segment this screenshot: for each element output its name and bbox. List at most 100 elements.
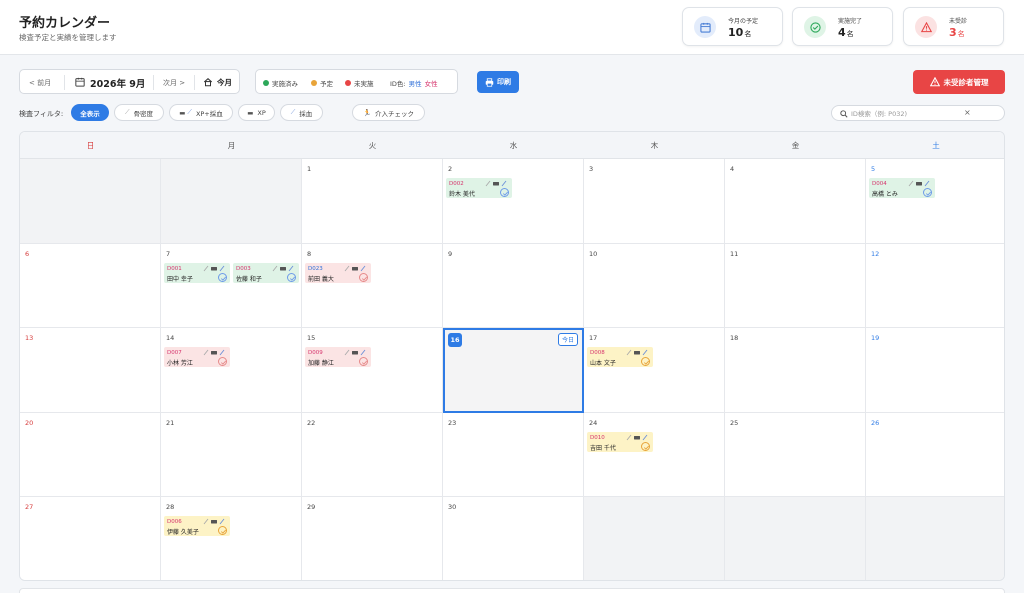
xray-icon: ▬ [247, 108, 254, 117]
patient-name: 前田 義大 [308, 275, 334, 283]
calendar-cell-day[interactable]: 11 [725, 243, 866, 328]
month-navigator: < 前月 2026年 9月 次月 > 今月 [19, 69, 240, 94]
stat-label: 実施完了 [838, 18, 863, 25]
clear-search-icon[interactable]: × [964, 108, 971, 117]
prev-month-button[interactable]: < 前月 [29, 78, 51, 88]
calendar-cell-day[interactable]: 1 [302, 159, 443, 244]
patient-id: D006 [167, 519, 182, 525]
calendar-cell-day[interactable]: 4 [725, 159, 866, 244]
warning-icon [915, 16, 937, 38]
filter-chip-intervention-check[interactable]: 🏃 介入チェック [352, 104, 425, 121]
patient-name: 吉田 千代 [590, 444, 616, 452]
day-number: 28 [166, 503, 175, 511]
appointment-card[interactable]: D002 鈴木 美代 [446, 178, 512, 198]
calendar-cell-day[interactable]: 2 D002 鈴木 美代 [443, 159, 584, 244]
calendar-cell-day[interactable]: 18 [725, 328, 866, 413]
status-icon [218, 272, 227, 282]
day-number: 2 [448, 165, 453, 173]
day-number: 17 [589, 334, 598, 342]
status-icon [287, 272, 296, 282]
calendar-cell-empty [20, 159, 161, 244]
next-month-button[interactable]: 次月 > [163, 78, 185, 88]
exam-type-icons [344, 265, 366, 271]
calendar-cell-day[interactable]: 26 [866, 412, 1004, 497]
patient-id: D023 [308, 265, 323, 272]
calendar-cell-day[interactable]: 7 D001 田中 幸子 D003 佐藤 和子 [161, 243, 302, 328]
calendar-cell-day[interactable]: 10 [584, 243, 725, 328]
stat-value: 10名 [728, 26, 752, 39]
calendar-cell-day[interactable]: 20 [20, 412, 161, 497]
calendar-cell-day[interactable]: 13 [20, 328, 161, 413]
patient-id: D007 [167, 350, 182, 356]
calendar-cell-day[interactable]: 25 [725, 412, 866, 497]
weekday-sat: 土 [866, 132, 1004, 159]
filter-chip-xp-blood[interactable]: ▬ ⟋ XP+採血 [169, 104, 233, 121]
syringe-icon: ⟋ [124, 108, 130, 116]
appointment-card[interactable]: D001 田中 幸子 [164, 262, 230, 283]
patient-id: D010 [590, 434, 605, 441]
page-header: 予約カレンダー 検査予定と実績を管理します 今月の予定 10名 実施完了 4名 … [0, 0, 1024, 55]
calendar-cell-day[interactable]: 22 [302, 412, 443, 497]
filter-chip-blood[interactable]: ⟋ 採血 [280, 104, 323, 121]
appointment-card[interactable]: D004 高橋 とみ [869, 178, 935, 198]
id-search-input[interactable] [851, 108, 981, 119]
calendar-cell-day[interactable]: 30 [443, 497, 584, 580]
appointment-card[interactable]: D010 吉田 千代 [587, 431, 653, 452]
exam-type-icons [203, 349, 225, 356]
patient-id: D004 [872, 181, 887, 187]
stat-label: 今月の予定 [728, 18, 759, 25]
appointment-card[interactable]: D009 加藤 静江 [305, 347, 371, 367]
appointment-card[interactable]: D006 伊藤 久美子 [164, 516, 230, 536]
day-number: 20 [25, 418, 34, 427]
print-button[interactable]: 印刷 [477, 71, 519, 93]
day-number: 29 [307, 503, 316, 511]
weekday-fri: 金 [725, 132, 866, 159]
stat-card-completed: 実施完了 4名 [792, 7, 893, 46]
calendar-cell-day[interactable]: 5 D004 高橋 とみ [866, 159, 1004, 244]
appointment-card[interactable]: D008 山本 文子 [587, 347, 653, 367]
filter-chip-all[interactable]: 全表示 [71, 104, 109, 121]
home-icon[interactable] [203, 77, 213, 89]
stat-card-scheduled: 今月の予定 10名 [682, 7, 783, 46]
day-number: 7 [166, 249, 171, 258]
calendar-cell-day[interactable]: 21 [161, 412, 302, 497]
calendar-cell-day[interactable]: 15 D009 加藤 静江 [302, 328, 443, 413]
divider [153, 75, 154, 90]
day-number: 12 [871, 249, 880, 258]
appointment-card[interactable]: D003 佐藤 和子 [233, 262, 299, 283]
calendar-cell-empty [866, 497, 1004, 580]
calendar-cell-day[interactable]: 今日 16 [443, 328, 584, 413]
day-number: 14 [166, 334, 175, 342]
filter-chip-xp[interactable]: ▬ XP [238, 104, 275, 121]
calendar-cell-day[interactable]: 27 [20, 497, 161, 580]
exam-type-icons [485, 180, 507, 187]
exam-type-icons [908, 180, 930, 187]
calendar-cell-day[interactable]: 14 D007 小林 芳江 [161, 328, 302, 413]
appointment-card[interactable]: D023 前田 義大 [305, 262, 371, 283]
weekday-mon: 月 [161, 132, 302, 159]
calendar-cell-day[interactable]: 8 D023 前田 義大 [302, 243, 443, 328]
calendar-cell-day[interactable]: 24 D010 吉田 千代 [584, 412, 725, 497]
calendar-icon [694, 16, 716, 38]
calendar-cell-day[interactable]: 23 [443, 412, 584, 497]
filter-chip-bone-density[interactable]: ⟋ 骨密度 [114, 104, 164, 121]
appointment-card[interactable]: D007 小林 芳江 [164, 347, 230, 367]
syringe-icon: ⟋ [290, 108, 296, 116]
exam-type-icons [203, 518, 225, 525]
status-icon [359, 272, 368, 282]
calendar-cell-day[interactable]: 12 [866, 243, 1004, 328]
calendar-cell-day[interactable]: 3 [584, 159, 725, 244]
calendar-cell-day[interactable]: 19 [866, 328, 1004, 413]
calendar-cell-day[interactable]: 9 [443, 243, 584, 328]
calendar-cell-day[interactable]: 28 D006 伊藤 久美子 [161, 497, 302, 580]
this-month-button[interactable]: 今月 [217, 77, 232, 88]
calendar-cell-day[interactable]: 17 D008 山本 文子 [584, 328, 725, 413]
patient-name: 小林 芳江 [167, 360, 193, 367]
footer-strip [19, 588, 1005, 593]
calendar-cell-day[interactable]: 6 [20, 243, 161, 328]
exam-type-icons [626, 349, 648, 356]
unexamined-management-button[interactable]: 未受診者管理 [913, 70, 1005, 94]
day-number: 23 [448, 418, 457, 427]
calendar-cell-day[interactable]: 29 [302, 497, 443, 580]
page-subtitle: 検査予定と実績を管理します [19, 33, 117, 42]
